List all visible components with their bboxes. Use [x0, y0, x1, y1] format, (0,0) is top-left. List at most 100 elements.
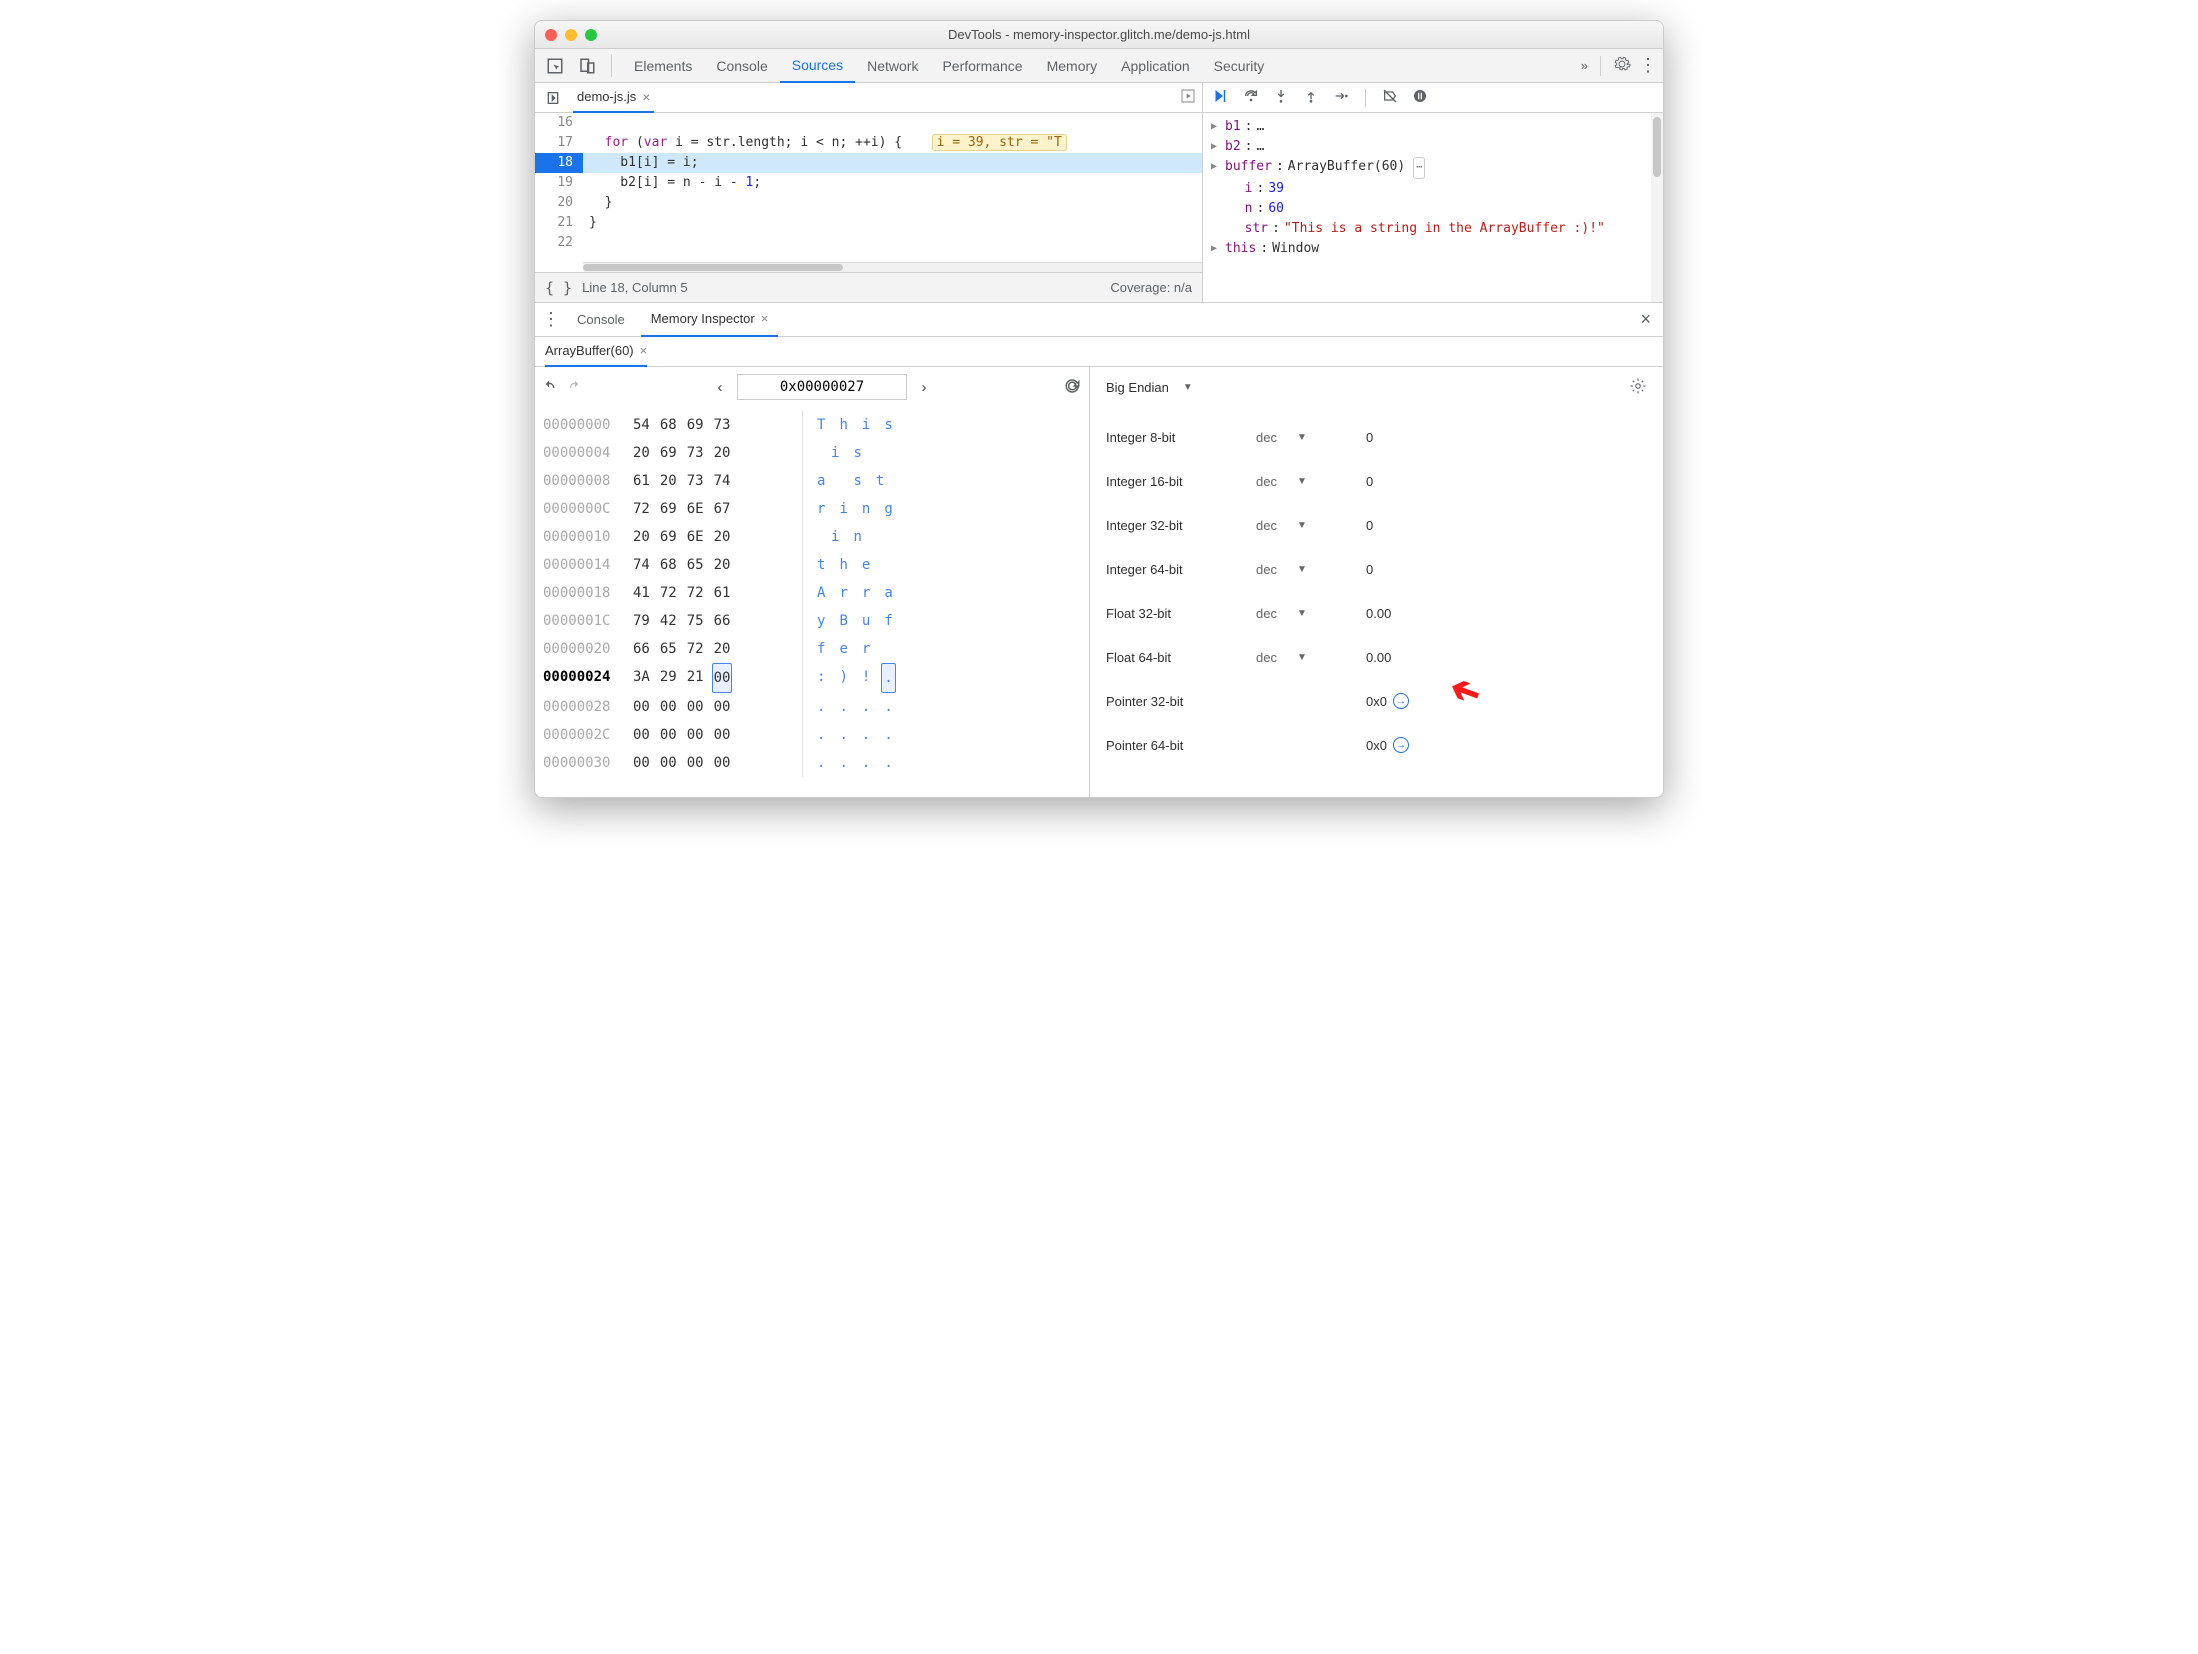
hex-byte[interactable]: 74 [714, 467, 731, 495]
hex-row[interactable]: 0000002066657220fer [543, 635, 1081, 663]
kebab-menu-icon[interactable]: ⋮ [1639, 55, 1657, 76]
ascii-char[interactable]: n [853, 523, 861, 551]
redo-icon[interactable] [565, 378, 581, 397]
hex-byte[interactable]: 20 [714, 523, 731, 551]
endian-selector[interactable]: Big Endian ▼ [1106, 380, 1193, 395]
ascii-char[interactable]: A [817, 579, 825, 607]
scope-variable[interactable]: ▶this: Window [1211, 239, 1655, 259]
code-editor[interactable]: 1617 for (var i = str.length; i < n; ++i… [535, 113, 1202, 272]
hex-row[interactable]: 0000001C79427566yBuf [543, 607, 1081, 635]
inspect-element-icon[interactable] [541, 52, 569, 80]
close-icon[interactable]: × [761, 311, 769, 326]
hex-row[interactable]: 0000000054686973This [543, 411, 1081, 439]
hex-byte[interactable]: 65 [660, 635, 677, 663]
hex-byte[interactable]: 00 [687, 721, 704, 749]
hex-byte[interactable]: 69 [660, 523, 677, 551]
ascii-char[interactable]: e [839, 635, 847, 663]
ascii-char[interactable]: B [839, 607, 847, 635]
ascii-char[interactable]: i [862, 411, 870, 439]
code-line[interactable]: 17 for (var i = str.length; i < n; ++i) … [535, 133, 1202, 153]
hex-byte[interactable]: 00 [714, 721, 731, 749]
step-out-icon[interactable] [1303, 88, 1319, 107]
drawer-tab-memory-inspector[interactable]: Memory Inspector × [641, 303, 779, 337]
value-mode-selector[interactable]: dec▼ [1256, 430, 1366, 445]
hex-byte[interactable]: 00 [714, 693, 731, 721]
hex-byte[interactable]: 66 [633, 635, 650, 663]
ascii-char[interactable]: T [817, 411, 825, 439]
ascii-char[interactable]: . [817, 721, 825, 749]
pretty-print-icon[interactable]: { } [545, 279, 572, 297]
ascii-char[interactable]: g [884, 495, 892, 523]
hex-byte[interactable]: 72 [687, 635, 704, 663]
ascii-char[interactable]: t [876, 467, 884, 495]
ascii-char[interactable]: : [817, 663, 825, 693]
tab-sources[interactable]: Sources [780, 49, 855, 83]
hex-byte[interactable]: 00 [660, 693, 677, 721]
hex-byte[interactable]: 00 [687, 749, 704, 777]
ascii-char[interactable]: . [884, 693, 892, 721]
run-snippet-icon[interactable] [1180, 88, 1196, 107]
hex-byte[interactable]: 00 [633, 721, 650, 749]
code-line[interactable]: 20 } [535, 193, 1202, 213]
ascii-char[interactable]: h [839, 551, 847, 579]
ascii-char[interactable]: i [831, 523, 839, 551]
horizontal-scrollbar[interactable] [583, 262, 1202, 272]
hex-byte[interactable]: 20 [633, 523, 650, 551]
hex-byte[interactable]: 79 [633, 607, 650, 635]
line-number[interactable]: 19 [535, 173, 583, 193]
settings-gear-icon[interactable] [1613, 55, 1631, 76]
step-over-icon[interactable] [1243, 88, 1259, 107]
hex-byte[interactable]: 68 [660, 551, 677, 579]
hex-row[interactable]: 0000000861207374a st [543, 467, 1081, 495]
drawer-menu-icon[interactable]: ⋮ [541, 309, 561, 330]
line-number[interactable]: 21 [535, 213, 583, 233]
hex-byte[interactable]: 72 [633, 495, 650, 523]
scope-variable[interactable]: ▶buffer: ArrayBuffer(60)⋯ [1211, 157, 1655, 179]
line-number[interactable]: 20 [535, 193, 583, 213]
close-icon[interactable]: × [642, 89, 650, 105]
value-mode-selector[interactable]: dec▼ [1256, 650, 1366, 665]
hex-byte[interactable]: 69 [687, 411, 704, 439]
ascii-char[interactable]: r [862, 635, 870, 663]
hex-byte[interactable]: 72 [660, 579, 677, 607]
hex-byte[interactable]: 61 [633, 467, 650, 495]
hex-byte[interactable]: 20 [633, 439, 650, 467]
tab-elements[interactable]: Elements [622, 49, 704, 83]
jump-to-address-icon[interactable]: → [1393, 737, 1409, 753]
value-mode-selector[interactable]: dec▼ [1256, 562, 1366, 577]
ascii-char[interactable]: e [862, 551, 870, 579]
ascii-char[interactable]: . [862, 693, 870, 721]
address-input[interactable] [737, 374, 907, 400]
hex-row[interactable]: 0000001020696E20 in [543, 523, 1081, 551]
hex-row[interactable]: 0000000420697320 is [543, 439, 1081, 467]
hex-byte[interactable]: 00 [714, 749, 731, 777]
ascii-char[interactable]: t [817, 551, 825, 579]
prev-page-icon[interactable]: ‹ [709, 379, 731, 396]
hex-byte[interactable]: 73 [687, 439, 704, 467]
ascii-char[interactable]: r [862, 579, 870, 607]
ascii-char[interactable]: . [862, 749, 870, 777]
close-drawer-icon[interactable]: × [1634, 309, 1657, 330]
ascii-char[interactable]: n [862, 495, 870, 523]
scope-variable[interactable]: i: 39 [1211, 179, 1655, 199]
scope-variable[interactable]: ▶b1: … [1211, 117, 1655, 137]
line-number[interactable]: 22 [535, 233, 583, 253]
ascii-char[interactable]: ! [862, 663, 870, 693]
hex-row[interactable]: 0000000C72696E67ring [543, 495, 1081, 523]
hex-byte[interactable]: 00 [633, 749, 650, 777]
hex-byte[interactable]: 74 [633, 551, 650, 579]
drawer-tab-console[interactable]: Console [567, 303, 635, 337]
tab-application[interactable]: Application [1109, 49, 1202, 83]
pause-on-exceptions-icon[interactable] [1412, 88, 1428, 107]
ascii-char[interactable]: a [884, 579, 892, 607]
device-toolbar-icon[interactable] [573, 52, 601, 80]
hex-row[interactable]: 0000002800000000.... [543, 693, 1081, 721]
ascii-char[interactable]: . [881, 663, 895, 693]
ascii-char[interactable]: . [884, 721, 892, 749]
ascii-char[interactable]: f [884, 607, 892, 635]
hex-byte[interactable]: 3A [633, 663, 650, 693]
ascii-char[interactable]: f [817, 635, 825, 663]
hex-byte[interactable]: 73 [714, 411, 731, 439]
ascii-char[interactable]: ) [839, 663, 847, 693]
hex-byte[interactable]: 20 [714, 635, 731, 663]
